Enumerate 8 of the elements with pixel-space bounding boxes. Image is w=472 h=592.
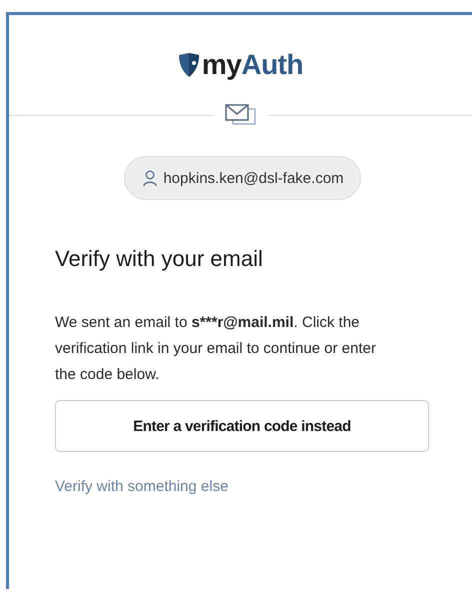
alternate-method-link[interactable]: Verify with something else — [55, 478, 228, 495]
shield-icon — [178, 53, 200, 77]
page-heading: Verify with your email — [55, 246, 264, 272]
verification-code-button[interactable]: Enter a verification code instead — [55, 400, 429, 452]
logo-text: myAuth — [202, 49, 304, 81]
instructions-text: We sent an email to s***r@mail.mil. Click the verification link in your email to continue or enter the code below. — [55, 313, 377, 385]
account-chip: hopkins.ken@dsl-fake.com — [124, 156, 361, 200]
user-icon — [143, 170, 158, 186]
